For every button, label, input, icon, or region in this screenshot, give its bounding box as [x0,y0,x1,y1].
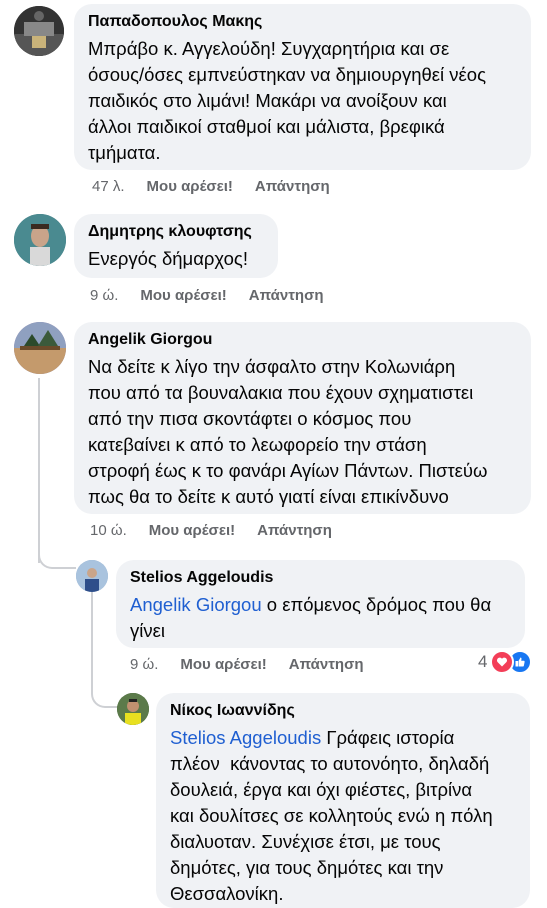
avatar[interactable] [14,322,66,374]
comment-text: Ενεργός δήμαρχος! [88,248,248,269]
reaction-count: 4 [478,652,488,671]
comment-text: Angelik Giorgou ο επόμενος δρόμος που θα… [130,594,492,641]
timestamp[interactable]: 9 ώ. [90,287,118,304]
reply-bubble: Stelios Aggeloudis Angelik Giorgou ο επό… [116,560,525,648]
comment-bubble: Angelik Giorgou Να δείτε κ λίγο την άσφα… [74,322,531,514]
avatar[interactable] [76,560,108,592]
timestamp[interactable]: 10 ώ. [90,522,127,539]
comment-author[interactable]: Δημητρης κλουφτσης [88,222,266,242]
comment-bubble: Δημητρης κλουφτσης Ενεργός δήμαρχος! [74,214,278,278]
comment-text: Να δείτε κ λίγο την άσφαλτο στην Κολωνιά… [88,356,488,507]
avatar[interactable] [14,214,66,266]
comment-text: Μπράβο κ. Αγγελούδη! Συγχαρητήρια και σε… [88,38,486,163]
thread-connector [38,545,76,569]
comment-actions: 47 λ. Μου αρέσει! Απάντηση [92,178,330,195]
like-button[interactable]: Μου αρέσει! [149,522,235,539]
like-button[interactable]: Μου αρέσει! [147,178,233,195]
reply-button[interactable]: Απάντηση [289,656,364,673]
thread-connector [91,670,119,708]
comment-bubble: Παπαδοπουλος Μακης Μπράβο κ. Αγγελούδη! … [74,4,531,170]
like-button[interactable]: Μου αρέσει! [140,287,226,304]
reply-button[interactable]: Απάντηση [257,522,332,539]
comment-actions: 9 ώ. Μου αρέσει! Απάντηση [130,656,364,673]
timestamp[interactable]: 9 ώ. [130,656,158,673]
thread-line [38,378,40,563]
comment-actions: 9 ώ. Μου αρέσει! Απάντηση [90,287,324,304]
reply-button[interactable]: Απάντηση [249,287,324,304]
like-button[interactable]: Μου αρέσει! [180,656,266,673]
mention-link[interactable]: Stelios Aggeloudis [170,727,321,748]
timestamp[interactable]: 47 λ. [92,178,125,195]
avatar[interactable] [117,693,149,725]
comment-author[interactable]: Παπαδοπουλος Μακης [88,12,519,32]
comment-actions: 10 ώ. Μου αρέσει! Απάντηση [90,522,332,539]
reaction-summary[interactable]: 4 [478,650,533,674]
comment-text: Stelios Aggeloudis Γράφεις ιστορία πλέον… [170,727,493,904]
avatar[interactable] [14,6,64,56]
comment-author[interactable]: Stelios Aggeloudis [130,568,513,588]
mention-link[interactable]: Angelik Giorgou [130,594,262,615]
reply-button[interactable]: Απάντηση [255,178,330,195]
comment-author[interactable]: Νίκος Ιωαννίδης [170,701,518,721]
reply-bubble: Νίκος Ιωαννίδης Stelios Aggeloudis Γράφε… [156,693,530,908]
comment-author[interactable]: Angelik Giorgou [88,330,519,350]
